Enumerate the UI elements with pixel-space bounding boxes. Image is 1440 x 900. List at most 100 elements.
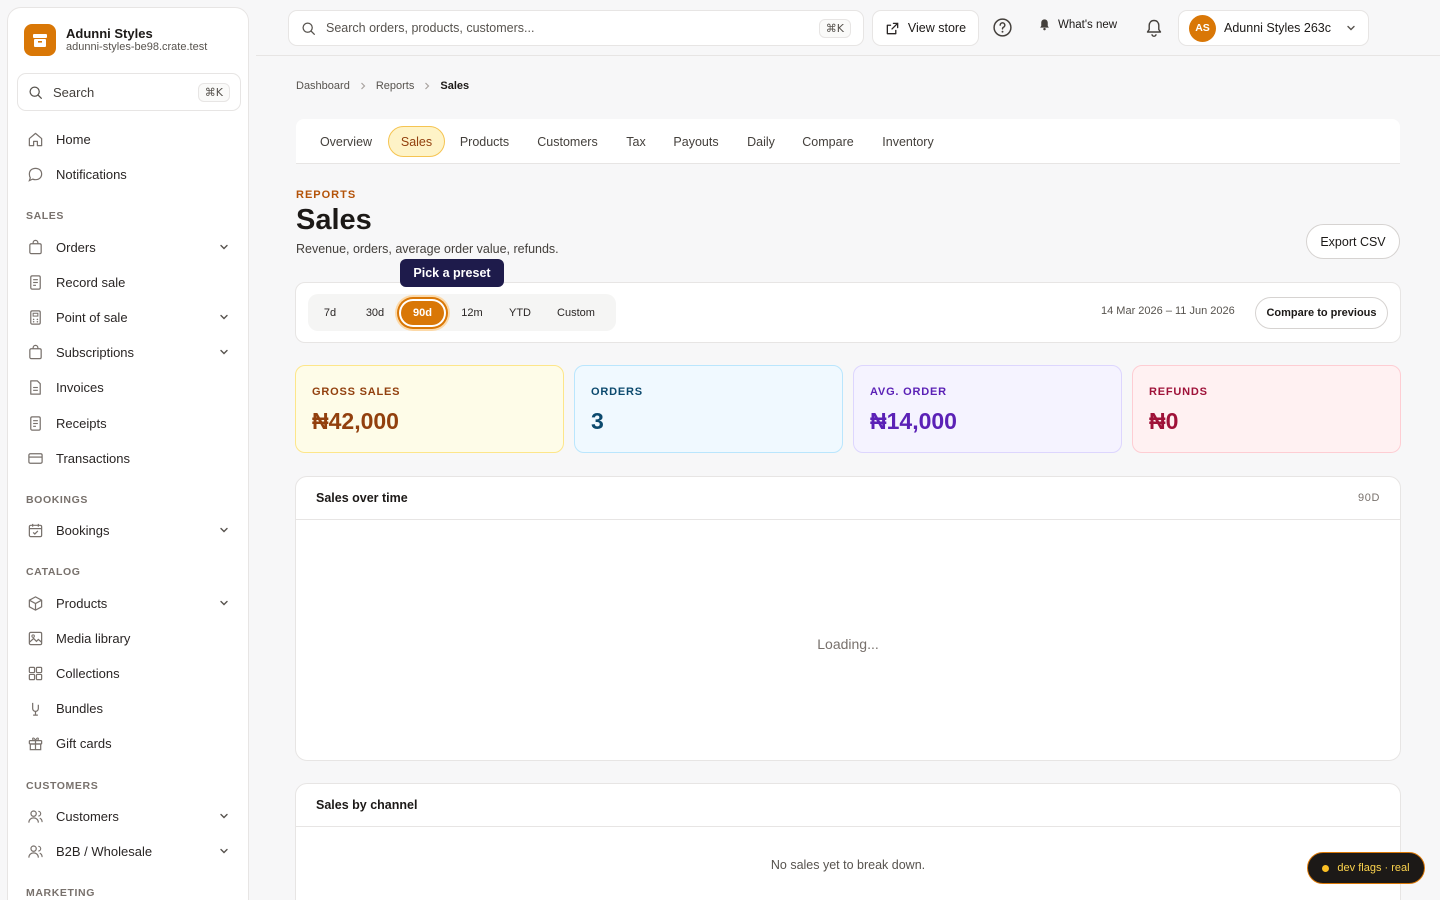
kpi-label: ORDERS [591, 386, 643, 398]
shopping-bag-icon [29, 239, 42, 254]
sidebar-search[interactable]: Search ⌘K [17, 73, 241, 111]
export-csv-button[interactable]: Export CSV [1306, 224, 1400, 259]
top-bar: Search orders, products, customers... ⌘K… [256, 0, 1440, 56]
sales-over-time-panel: Sales over time 90D Loading... [295, 476, 1401, 761]
breadcrumb-reports[interactable]: Reports [376, 80, 415, 92]
tab-compare[interactable]: Compare [794, 126, 862, 157]
tab-payouts[interactable]: Payouts [664, 126, 728, 157]
sidebar-item-label: Gift cards [56, 735, 112, 751]
kpi-value: ₦14,000 [870, 408, 957, 434]
dev-flags-label: dev flags · real [1337, 862, 1410, 874]
tab-tax[interactable]: Tax [616, 126, 656, 157]
chevron-down-icon[interactable] [217, 596, 231, 610]
sidebar-item-bundles[interactable]: Bundles [17, 692, 241, 724]
global-search-input[interactable]: Search orders, products, customers... ⌘K [288, 10, 864, 46]
sidebar-item-home[interactable]: Home [17, 123, 241, 155]
chevron-down-icon [1347, 25, 1355, 31]
home-icon [28, 132, 43, 146]
gift-icon [28, 736, 43, 750]
breadcrumb-current: Sales [440, 80, 470, 92]
tab-overview[interactable]: Overview [308, 126, 384, 157]
panel-title: Sales by channel [316, 798, 418, 812]
sidebar-item-label: Record sale [56, 274, 126, 290]
breadcrumb: Dashboard Reports Sales [296, 80, 469, 92]
sidebar-item-orders[interactable]: Orders [17, 231, 241, 263]
sidebar-item-receipts[interactable]: Receipts [17, 407, 241, 439]
tab-inventory[interactable]: Inventory [870, 126, 946, 157]
tab-sales[interactable]: Sales [388, 126, 445, 157]
tab-products[interactable]: Products [450, 126, 519, 157]
chevron-down-icon[interactable] [217, 809, 231, 823]
search-placeholder: Search orders, products, customers... [326, 21, 535, 35]
sidebar-item-media-library[interactable]: Media library [17, 622, 241, 654]
page-subtitle: Revenue, orders, average order value, re… [296, 242, 559, 256]
preset-30d[interactable]: 30d [358, 301, 392, 325]
preset-custom[interactable]: Custom [550, 301, 602, 325]
sidebar-item-label: Collections [56, 665, 120, 681]
chevron-down-icon[interactable] [217, 310, 231, 324]
sidebar-item-b2b-wholesale[interactable]: B2B / Wholesale [17, 835, 241, 867]
sidebar-item-collections[interactable]: Collections [17, 657, 241, 689]
sidebar-item-gift-cards[interactable]: Gift cards [17, 727, 241, 759]
sidebar-item-label: Notifications [56, 166, 127, 182]
tab-customers[interactable]: Customers [526, 126, 609, 157]
kpi-value: ₦42,000 [312, 408, 399, 434]
panel-header: Sales over time 90D [296, 477, 1400, 520]
preset-ytd[interactable]: YTD [501, 301, 539, 325]
kpi-value: 3 [591, 408, 604, 434]
kpi-label: AVG. ORDER [870, 386, 947, 398]
tab-daily[interactable]: Daily [736, 126, 786, 157]
section-catalog: CATALOG [26, 566, 81, 578]
sidebar-item-point-of-sale[interactable]: Point of sale [17, 301, 241, 333]
kpi-avg-order: AVG. ORDER ₦14,000 [853, 365, 1122, 453]
bell-filled-icon [1040, 19, 1049, 31]
sidebar-item-transactions[interactable]: Transactions [17, 442, 241, 474]
sidebar-item-record-sale[interactable]: Record sale [17, 266, 241, 298]
sidebar-item-invoices[interactable]: Invoices [17, 371, 241, 403]
sidebar-item-label: Receipts [56, 415, 107, 431]
users-icon [28, 844, 43, 858]
sidebar-item-bookings[interactable]: Bookings [17, 514, 241, 546]
range-tag: 90D [1358, 492, 1380, 504]
preset-7d[interactable]: 7d [316, 301, 344, 325]
report-tabs: Overview Sales Products Customers Tax Pa… [296, 119, 1400, 164]
sidebar-item-customers[interactable]: Customers [17, 800, 241, 832]
date-range-card: 7d 30d 90d 12m YTD Custom 14 Mar 2026 – … [295, 282, 1401, 343]
users-icon [28, 809, 43, 823]
chevron-right-icon [360, 82, 366, 90]
sidebar-item-subscriptions[interactable]: Subscriptions [17, 336, 241, 368]
whats-new-label: What's new [1058, 18, 1118, 31]
chevron-down-icon[interactable] [217, 240, 231, 254]
preset-group: 7d 30d 90d 12m YTD Custom [308, 294, 616, 331]
breadcrumb-dashboard[interactable]: Dashboard [296, 80, 350, 92]
help-button[interactable] [992, 17, 1013, 38]
sidebar-item-notifications[interactable]: Notifications [17, 158, 241, 190]
chevron-down-icon[interactable] [217, 844, 231, 858]
shopping-bag-icon [29, 344, 42, 359]
section-customers: CUSTOMERS [26, 780, 99, 792]
view-store-button[interactable]: View store [872, 10, 979, 46]
preset-12m[interactable]: 12m [455, 301, 489, 325]
sidebar-item-products[interactable]: Products [17, 587, 241, 619]
sidebar-item-label: Point of sale [56, 309, 128, 325]
chevron-down-icon[interactable] [217, 345, 231, 359]
sidebar-item-label: Home [56, 131, 91, 147]
account-menu[interactable]: AS Adunni Styles 263c [1178, 10, 1369, 46]
notifications-button[interactable] [1144, 18, 1164, 38]
brand[interactable]: Adunni Styles adunni-styles-be98.crate.t… [24, 24, 207, 56]
dev-flags-badge[interactable]: dev flags · real [1307, 852, 1425, 884]
sidebar-search-label: Search [53, 84, 95, 100]
preset-90d[interactable]: 90d [401, 301, 444, 325]
sidebar-item-label: Orders [56, 239, 96, 255]
kpi-gross-sales: GROSS SALES ₦42,000 [295, 365, 564, 453]
whats-new-button[interactable]: What's new [1038, 18, 1117, 31]
account-name: Adunni Styles 263c [1224, 21, 1332, 35]
pos-terminal-icon [30, 309, 41, 325]
compare-to-previous-button[interactable]: Compare to previous [1255, 297, 1388, 329]
search-icon [302, 21, 315, 35]
calendar-check-icon [28, 523, 43, 537]
sidebar-item-label: Bookings [56, 522, 110, 538]
shortcut-badge: ⌘K [197, 82, 230, 102]
view-store-label: View store [907, 21, 967, 35]
chevron-down-icon[interactable] [217, 523, 231, 537]
